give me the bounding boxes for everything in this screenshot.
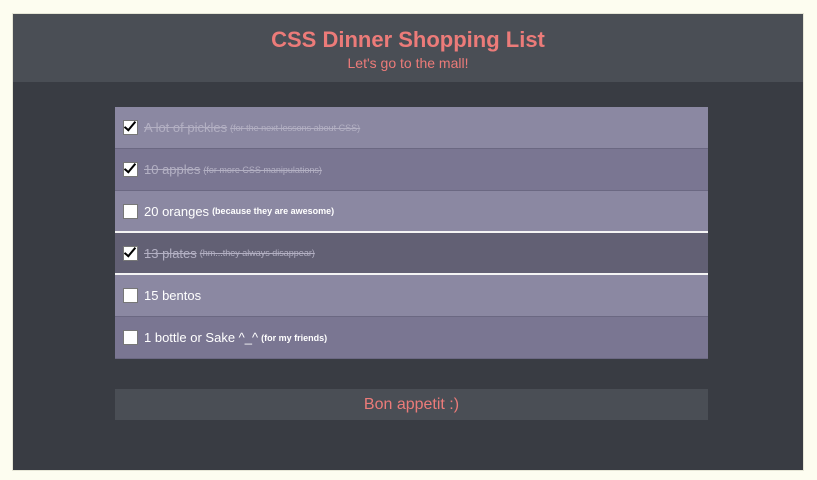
page-subtitle: Let's go to the mall! xyxy=(347,55,469,71)
checkbox[interactable] xyxy=(123,120,138,135)
checkbox[interactable] xyxy=(123,245,138,261)
list-item[interactable]: 10 apples (for more CSS manipulations) xyxy=(115,149,708,191)
checkbox[interactable] xyxy=(123,288,138,303)
item-label: 1 bottle or Sake ^_^ xyxy=(144,330,259,345)
item-note: (hm...they always disappear) xyxy=(199,248,315,258)
shopping-list: A lot of pickles (for the next lessons a… xyxy=(115,107,708,359)
list-item[interactable]: 20 oranges (because they are awesome) xyxy=(115,191,708,233)
list-item[interactable]: 15 bentos xyxy=(115,275,708,317)
list-item[interactable]: A lot of pickles (for the next lessons a… xyxy=(115,107,708,149)
item-label: 20 oranges xyxy=(144,203,210,219)
item-label: 15 bentos xyxy=(144,288,202,303)
item-label: 10 apples xyxy=(144,162,201,177)
item-note: (for the next lessons about CSS) xyxy=(230,122,361,133)
footer-message: Bon appetit :) xyxy=(115,389,708,420)
list-item[interactable]: 13 plates (hm...they always disappear) xyxy=(115,233,708,275)
list-item[interactable]: 1 bottle or Sake ^_^ (for my friends) xyxy=(115,317,708,359)
checkbox[interactable] xyxy=(123,330,138,345)
item-note: (because they are awesome) xyxy=(212,206,335,216)
item-label: A lot of pickles xyxy=(144,120,228,135)
checkbox[interactable] xyxy=(123,203,138,219)
header: CSS Dinner Shopping List Let's go to the… xyxy=(13,14,803,82)
app-frame: CSS Dinner Shopping List Let's go to the… xyxy=(12,13,804,471)
item-label: 13 plates xyxy=(144,245,197,261)
item-note: (for my friends) xyxy=(261,332,328,343)
page-title: CSS Dinner Shopping List xyxy=(271,27,545,52)
checkbox[interactable] xyxy=(123,162,138,177)
item-note: (for more CSS manipulations) xyxy=(203,164,322,175)
